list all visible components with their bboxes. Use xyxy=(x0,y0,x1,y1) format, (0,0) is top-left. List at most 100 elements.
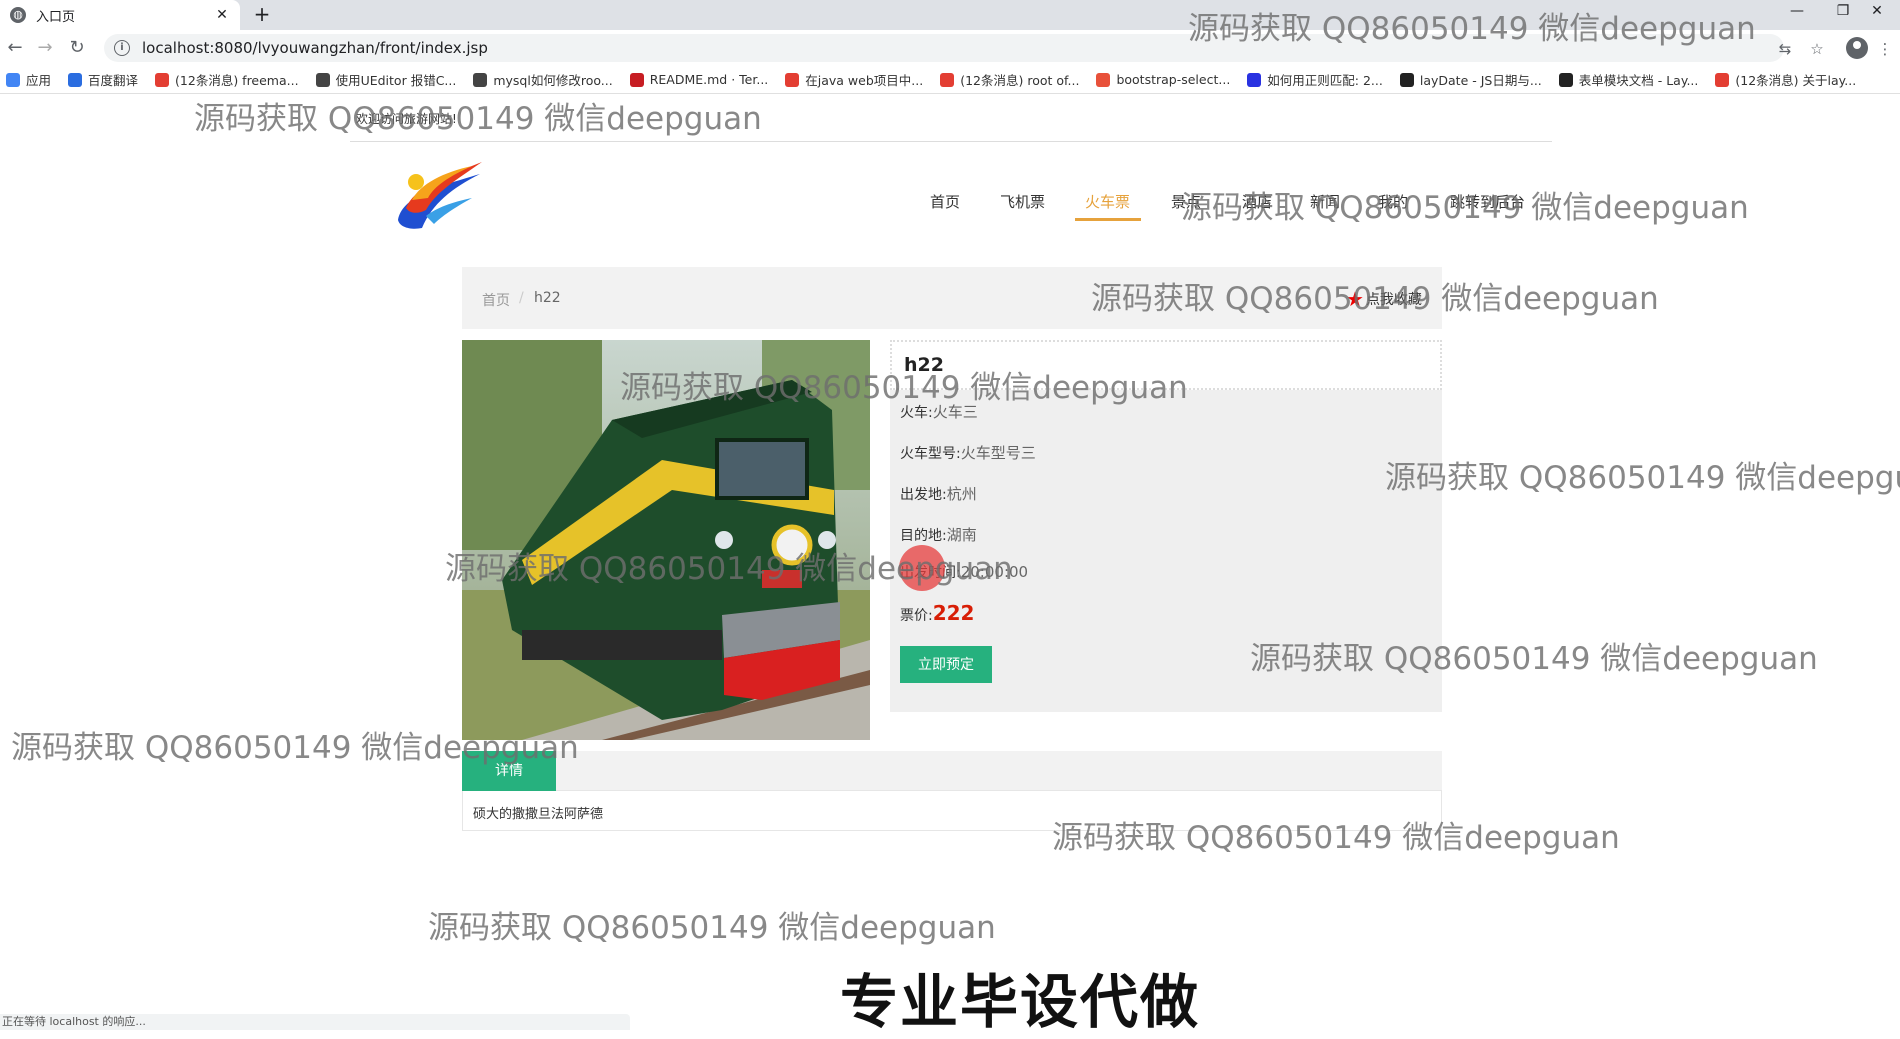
nav-item-0[interactable]: 首页 xyxy=(930,191,960,221)
site-info-icon[interactable]: i xyxy=(114,40,130,56)
layui-icon xyxy=(1558,72,1573,87)
bookmark-label: (12条消息) root of... xyxy=(960,73,1080,88)
field-destination: 目的地:湖南 xyxy=(900,524,977,545)
tab-details[interactable]: 详情 xyxy=(462,751,556,791)
nav-item-1[interactable]: 飞机票 xyxy=(1000,191,1045,221)
bookmark-item[interactable]: layDate - JS日期与... xyxy=(1399,70,1542,89)
bookmark-item[interactable]: bootstrap-select... xyxy=(1096,72,1230,87)
field-departure-time: 出发时间:20:00:00 xyxy=(900,562,1028,582)
csdn-icon xyxy=(155,72,170,87)
price-label: 票价: xyxy=(900,608,933,624)
field-value: 湖南 xyxy=(946,526,977,544)
bookmark-item[interactable]: mysql如何修改roo... xyxy=(473,70,613,89)
field-train-model: 火车型号:火车型号三 xyxy=(900,442,1036,463)
bookmark-label: (12条消息) 关于lay... xyxy=(1735,73,1857,88)
leaf-icon xyxy=(473,72,488,87)
site-logo xyxy=(398,162,482,229)
field-train: 火车:火车三 xyxy=(900,401,978,422)
csdn-icon xyxy=(785,72,800,87)
ticket-name: h22 xyxy=(904,354,944,376)
price-value: 222 xyxy=(932,601,975,625)
active-nav-underline xyxy=(1075,218,1141,221)
details-text: 硕大的撒撒旦法阿萨德 xyxy=(473,807,604,822)
bookmark-label: (12条消息) freema... xyxy=(175,73,299,88)
baidu-paw-icon xyxy=(1247,72,1262,87)
close-window-icon[interactable]: ✕ xyxy=(1854,0,1900,26)
bookmark-label: 表单模块文档 - Lay... xyxy=(1578,73,1699,88)
bookmark-label: bootstrap-select... xyxy=(1116,72,1231,87)
bookmark-label: 百度翻译 xyxy=(88,73,139,88)
url-field[interactable]: i localhost:8080/lvyouwangzhan/front/ind… xyxy=(104,34,1784,62)
breadcrumb-separator: / xyxy=(519,290,524,306)
new-tab-button[interactable]: + xyxy=(250,3,274,27)
csdn-icon xyxy=(940,72,955,87)
nav-item-6[interactable]: 我的 xyxy=(1378,191,1408,221)
watermark: 源码获取 QQ86050149 微信deepguan xyxy=(194,101,762,137)
tab-title: 入口页 xyxy=(36,9,76,25)
bookmark-item[interactable]: 百度翻译 xyxy=(68,70,138,89)
book-now-button[interactable]: 立即预定 xyxy=(900,646,992,683)
bookmark-item[interactable]: (12条消息) 关于lay... xyxy=(1715,70,1856,89)
ticket-title-box: h22 xyxy=(890,340,1442,390)
csdn-icon xyxy=(1715,72,1730,87)
minimize-icon[interactable]: — xyxy=(1774,0,1820,26)
bookmark-label: mysql如何修改roo... xyxy=(493,73,613,88)
menu-kebab-icon[interactable]: ⋮ xyxy=(1874,38,1896,60)
bookmark-item[interactable]: 应用 xyxy=(6,70,51,89)
nav-item-7[interactable]: 跳转到后台 xyxy=(1450,191,1525,221)
bookmark-item[interactable]: 如何用正则匹配: 2... xyxy=(1247,70,1383,89)
favorite-label: 点我收藏 xyxy=(1365,292,1422,308)
forward-icon[interactable]: → xyxy=(32,36,58,62)
star-icon: ★ xyxy=(1346,287,1364,311)
bookmark-item[interactable]: (12条消息) freema... xyxy=(155,70,299,89)
watermark: 源码获取 QQ86050149 微信deepguan xyxy=(428,910,996,946)
breadcrumb-home[interactable]: 首页 xyxy=(482,290,510,310)
apps-grid-icon xyxy=(6,72,20,87)
bookmark-star-icon[interactable]: ☆ xyxy=(1806,38,1828,60)
bookmark-item[interactable]: 使用UEditor 报错C... xyxy=(315,70,457,89)
close-tab-icon[interactable]: ✕ xyxy=(214,7,230,23)
browser-status-bar: 正在等待 localhost 的响应... xyxy=(0,1014,630,1030)
bookmark-item[interactable]: (12条消息) root of... xyxy=(940,70,1079,89)
field-label: 目的地: xyxy=(900,528,947,544)
url-text: localhost:8080/lvyouwangzhan/front/index… xyxy=(142,39,488,57)
field-price: 票价:222 xyxy=(900,601,974,625)
favorite-button[interactable]: ★ 点我收藏 xyxy=(1346,287,1422,311)
field-value: 杭州 xyxy=(946,485,977,503)
leaf-icon xyxy=(315,72,330,87)
bookmark-item[interactable]: README.md · Ter... xyxy=(629,72,769,87)
bookmark-item[interactable]: 在java web项目中... xyxy=(785,70,923,89)
account-avatar-icon[interactable] xyxy=(1846,37,1868,59)
nav-item-3[interactable]: 景点 xyxy=(1171,191,1201,221)
nav-item-5[interactable]: 新闻 xyxy=(1310,191,1340,221)
breadcrumb xyxy=(462,267,1442,329)
breadcrumb-current: h22 xyxy=(534,290,561,306)
bookmark-label: 使用UEditor 报错C... xyxy=(335,73,457,88)
browser-tab-strip: ◍ 入口页 ✕ + — ❐ ✕ xyxy=(0,0,1900,30)
baidu-translate-icon xyxy=(68,72,83,87)
bookmark-label: README.md · Ter... xyxy=(649,72,769,87)
browser-tab[interactable]: ◍ 入口页 ✕ xyxy=(0,0,240,30)
field-value: 20:00:00 xyxy=(960,563,1029,581)
bootstrap-icon xyxy=(1096,72,1111,87)
layui-icon xyxy=(1399,72,1414,87)
bookmark-label: 应用 xyxy=(26,73,52,88)
field-label: 火车: xyxy=(900,405,933,421)
field-label: 出发地: xyxy=(900,487,947,503)
reload-icon[interactable]: ↻ xyxy=(64,36,90,62)
details-tab-bar xyxy=(462,751,1442,791)
field-label: 火车型号: xyxy=(900,446,961,462)
bookmark-item[interactable]: 表单模块文档 - Lay... xyxy=(1558,70,1699,89)
back-icon[interactable]: ← xyxy=(2,36,28,62)
field-value: 火车三 xyxy=(932,403,978,421)
header-divider xyxy=(350,141,1552,142)
nav-item-2[interactable]: 火车票 xyxy=(1085,191,1130,221)
field-value: 火车型号三 xyxy=(960,444,1036,462)
bookmark-label: layDate - JS日期与... xyxy=(1419,73,1542,88)
translate-icon[interactable]: ⇆ xyxy=(1774,38,1796,60)
bookmark-label: 在java web项目中... xyxy=(805,73,924,88)
welcome-text: 欢迎访问旅游网站! xyxy=(356,112,457,126)
nav-item-4[interactable]: 酒店 xyxy=(1242,191,1272,221)
bookmarks-bar: 应用 百度翻译 (12条消息) freema... 使用UEditor 报错C... m… xyxy=(0,66,1900,94)
gitee-icon xyxy=(629,72,644,87)
